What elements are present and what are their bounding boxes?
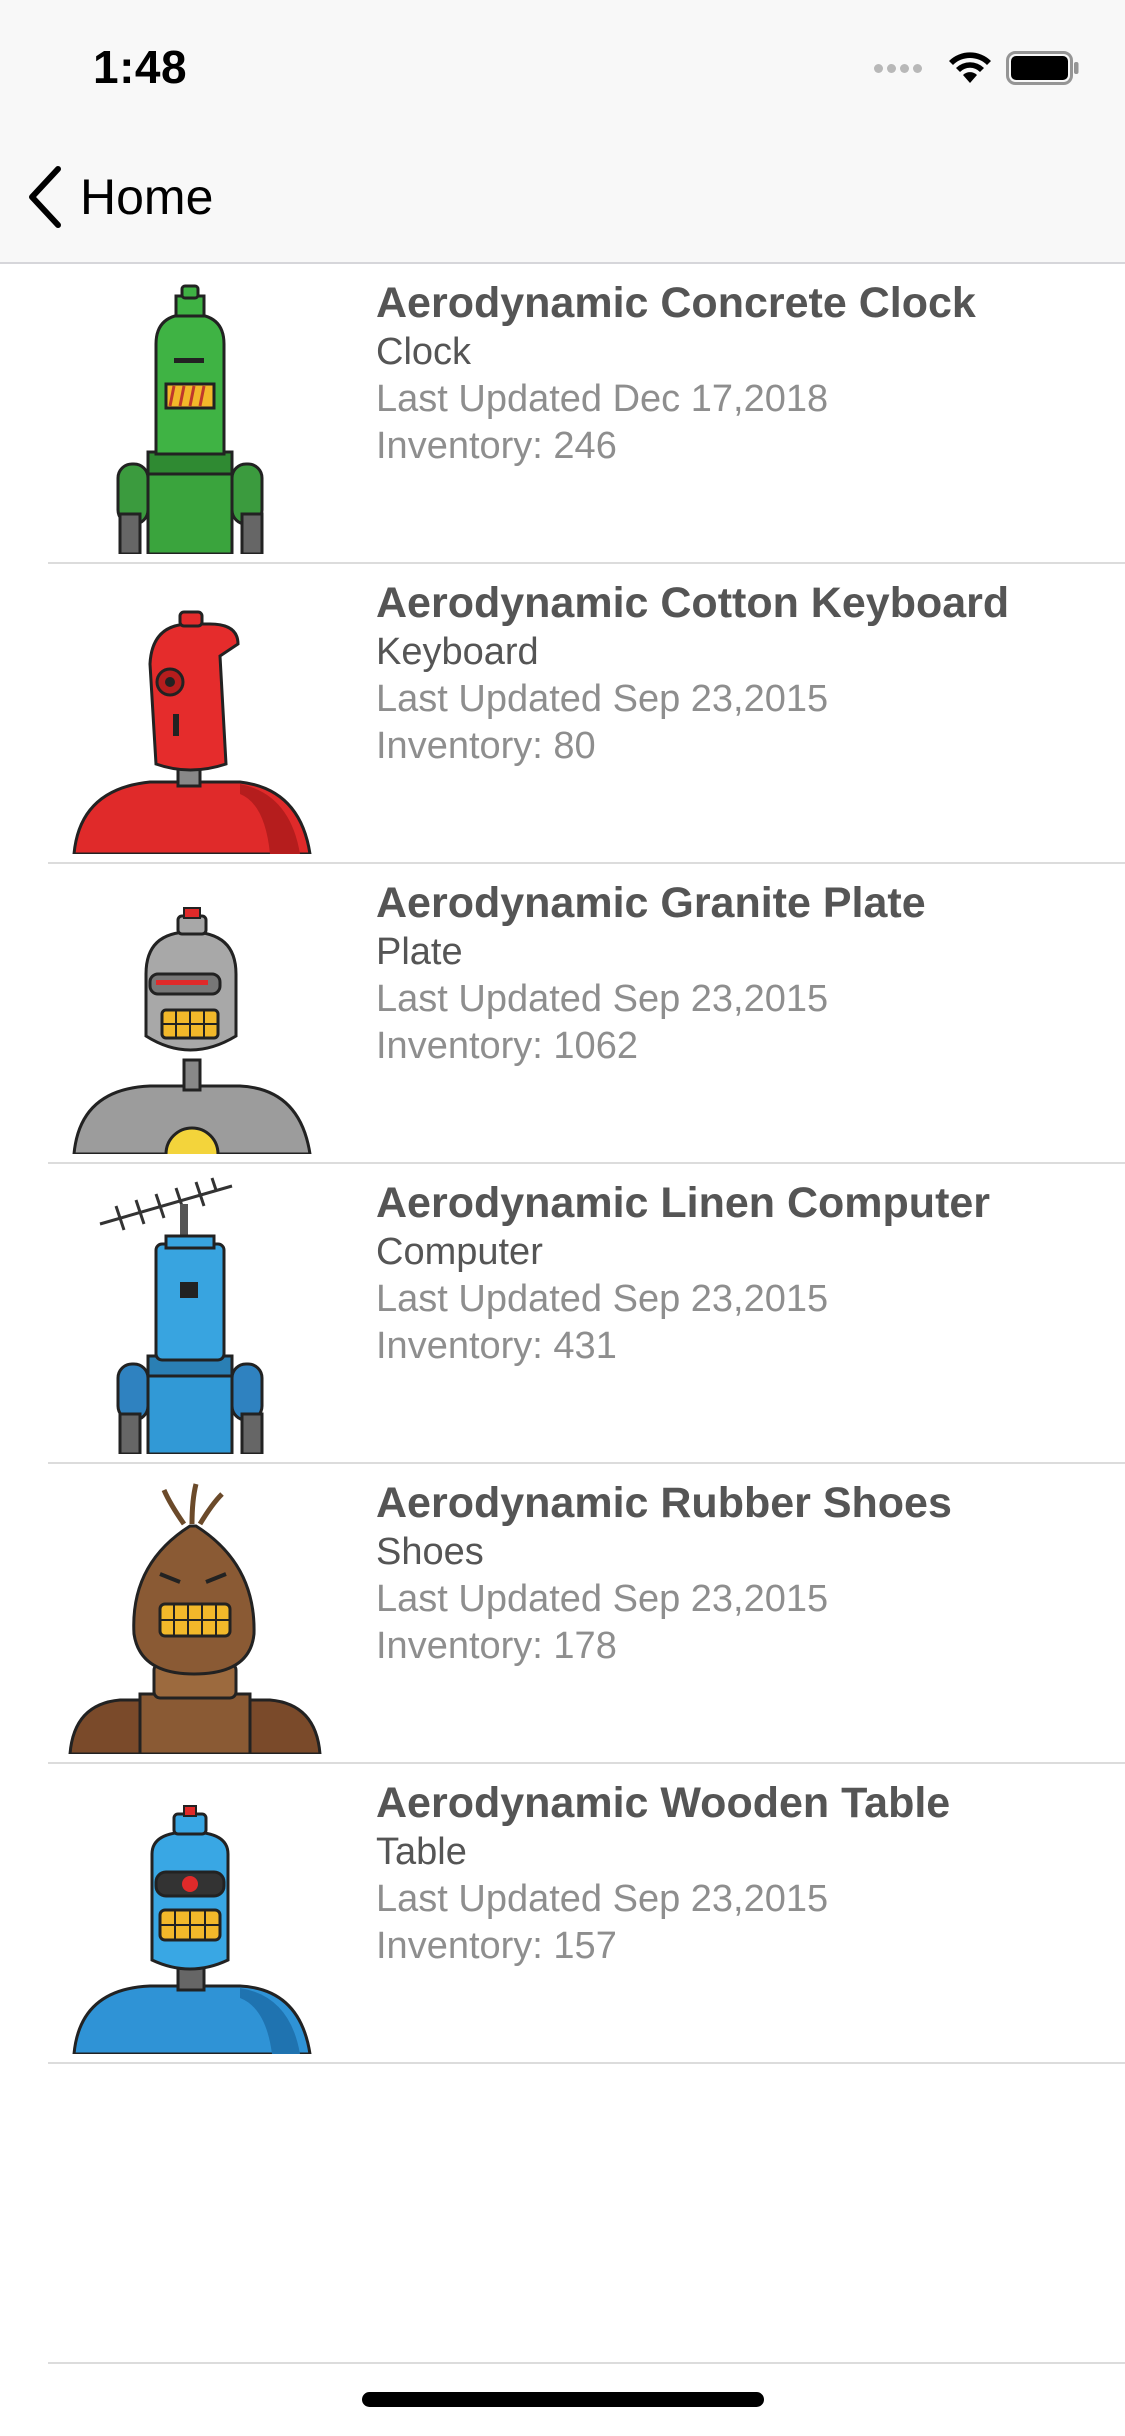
- product-name: Aerodynamic Wooden Table: [376, 1779, 951, 1827]
- battery-icon: [1006, 51, 1079, 85]
- product-info: Aerodynamic Wooden Table Table Last Upda…: [376, 1778, 1096, 1970]
- blue-robot-icon: [72, 1805, 312, 2054]
- product-last-updated: Last Updated Sep 23,2015: [376, 1278, 829, 1320]
- product-list: Aerodynamic Concrete Clock Clock Last Up…: [0, 264, 1125, 2364]
- gray-robot-icon: [72, 907, 312, 1154]
- product-info: Aerodynamic Rubber Shoes Shoes Last Upda…: [376, 1478, 1096, 1670]
- brown-robot-icon: [68, 1483, 322, 1754]
- back-button-label: Home: [80, 169, 214, 225]
- product-info: Aerodynamic Concrete Clock Clock Last Up…: [376, 278, 1096, 470]
- product-inventory: Inventory: 431: [376, 1325, 617, 1367]
- navigation-bar: Home: [0, 132, 1125, 264]
- product-last-updated: Last Updated Sep 23,2015: [376, 978, 829, 1020]
- product-inventory: Inventory: 246: [376, 425, 617, 467]
- cellular-signal-icon: [874, 63, 926, 73]
- product-category: Shoes: [376, 1531, 484, 1573]
- product-category: Keyboard: [376, 631, 539, 673]
- product-inventory: Inventory: 1062: [376, 1025, 638, 1067]
- product-inventory: Inventory: 80: [376, 725, 596, 767]
- blue-antenna-robot-icon: [99, 1177, 264, 1454]
- red-robot-icon: [72, 610, 312, 854]
- list-item[interactable]: Aerodynamic Wooden Table Table Last Upda…: [0, 1764, 1125, 2064]
- wifi-icon: [949, 52, 991, 83]
- product-category: Plate: [376, 931, 463, 973]
- list-item[interactable]: Aerodynamic Linen Computer Computer Last…: [0, 1164, 1125, 1464]
- product-thumbnail: [60, 1764, 330, 2054]
- product-thumbnail: [60, 1464, 330, 1754]
- product-thumbnail: [60, 264, 330, 554]
- product-thumbnail: [60, 864, 330, 1154]
- list-item[interactable]: Aerodynamic Granite Plate Plate Last Upd…: [0, 864, 1125, 1164]
- product-category: Table: [376, 1831, 467, 1873]
- product-last-updated: Last Updated Dec 17,2018: [376, 378, 829, 420]
- product-last-updated: Last Updated Sep 23,2015: [376, 1878, 829, 1920]
- empty-list-row: [0, 2064, 1125, 2364]
- home-indicator[interactable]: [362, 2392, 764, 2407]
- product-info: Aerodynamic Granite Plate Plate Last Upd…: [376, 878, 1096, 1070]
- chevron-left-icon: [29, 166, 61, 228]
- product-name: Aerodynamic Granite Plate: [376, 879, 926, 927]
- product-name: Aerodynamic Linen Computer: [376, 1179, 991, 1227]
- product-last-updated: Last Updated Sep 23,2015: [376, 678, 829, 720]
- green-robot-icon: [116, 284, 264, 554]
- back-button[interactable]: Home: [24, 162, 213, 232]
- list-item[interactable]: Aerodynamic Rubber Shoes Shoes Last Upda…: [0, 1464, 1125, 1764]
- status-bar: 1:48: [0, 0, 1125, 132]
- product-inventory: Inventory: 157: [376, 1925, 617, 1967]
- product-category: Computer: [376, 1231, 543, 1273]
- list-item[interactable]: Aerodynamic Concrete Clock Clock Last Up…: [0, 264, 1125, 564]
- product-thumbnail: [60, 1164, 330, 1454]
- product-name: Aerodynamic Cotton Keyboard: [376, 579, 1010, 627]
- status-indicators: [874, 48, 1080, 88]
- product-info: Aerodynamic Linen Computer Computer Last…: [376, 1178, 1096, 1370]
- product-name: Aerodynamic Rubber Shoes: [376, 1479, 952, 1527]
- product-inventory: Inventory: 178: [376, 1625, 617, 1667]
- product-name: Aerodynamic Concrete Clock: [376, 279, 976, 327]
- product-info: Aerodynamic Cotton Keyboard Keyboard Las…: [376, 578, 1096, 770]
- product-thumbnail: [60, 564, 330, 854]
- product-category: Clock: [376, 331, 472, 373]
- product-last-updated: Last Updated Sep 23,2015: [376, 1578, 829, 1620]
- list-item[interactable]: Aerodynamic Cotton Keyboard Keyboard Las…: [0, 564, 1125, 864]
- status-time: 1:48: [93, 41, 188, 93]
